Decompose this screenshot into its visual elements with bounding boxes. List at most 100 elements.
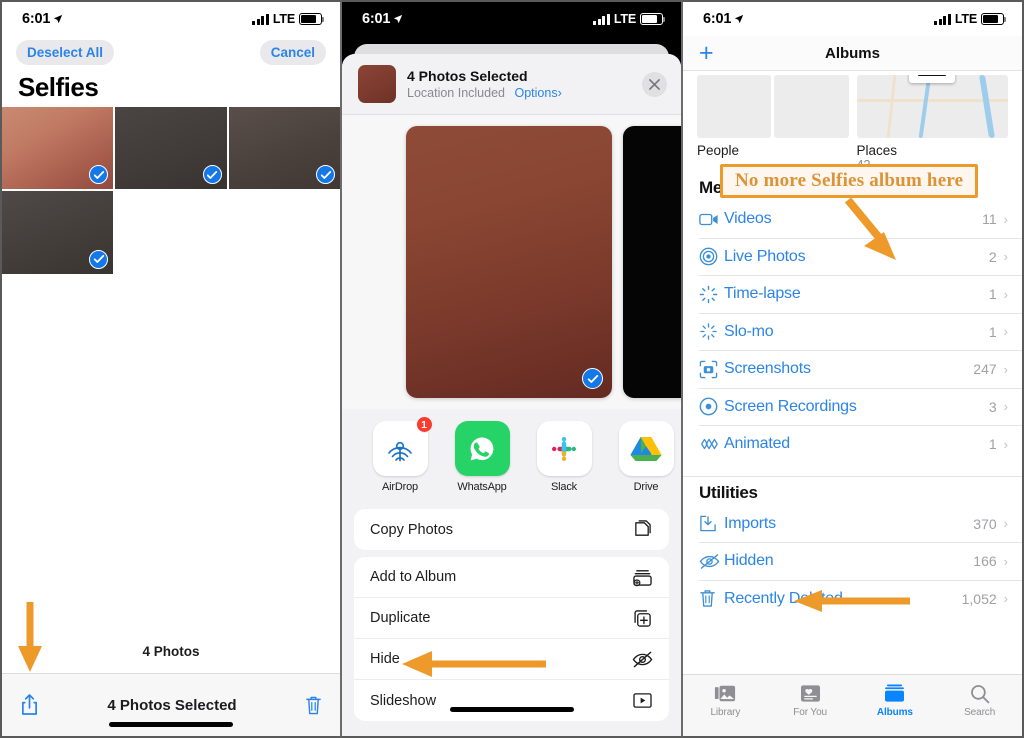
row-label: Recently Deleted bbox=[724, 589, 843, 607]
row-count: 247 bbox=[973, 361, 997, 378]
chevron-right-icon: › bbox=[1003, 436, 1008, 452]
close-icon[interactable] bbox=[642, 71, 667, 97]
photo-thumbnail[interactable] bbox=[2, 107, 114, 190]
whatsapp-icon bbox=[454, 421, 510, 476]
photo-count-label: 4 Photos bbox=[142, 644, 200, 659]
row-recently-deleted[interactable]: Recently Deleted 1,052 › bbox=[683, 581, 1022, 618]
trash-icon bbox=[699, 589, 724, 608]
album-label: Places bbox=[856, 143, 898, 158]
chevron-right-icon: › bbox=[1003, 399, 1008, 415]
row-screen-recordings[interactable]: Screen Recordings 3 › bbox=[683, 389, 1022, 426]
animated-icon bbox=[699, 435, 724, 453]
battery-icon bbox=[299, 13, 325, 25]
video-camera-icon bbox=[699, 212, 724, 227]
row-label: Videos bbox=[724, 210, 772, 228]
timelapse-icon bbox=[699, 285, 724, 304]
location-arrow-icon bbox=[54, 14, 63, 24]
signal-bars-icon bbox=[934, 13, 951, 25]
deselect-all-button[interactable]: Deselect All bbox=[16, 40, 115, 65]
share-targets-row[interactable]: 1 AirDrop WhatsApp Slack Drive bbox=[342, 409, 681, 502]
import-icon bbox=[699, 514, 724, 533]
photo-grid bbox=[2, 107, 340, 274]
row-count: 1,052 bbox=[961, 590, 997, 607]
slack-icon bbox=[536, 421, 592, 476]
app-label: AirDrop bbox=[382, 481, 418, 493]
album-people[interactable]: People bbox=[697, 75, 849, 172]
cancel-button[interactable]: Cancel bbox=[259, 40, 326, 65]
row-label: Imports bbox=[724, 514, 776, 532]
share-target-whatsapp[interactable]: WhatsApp bbox=[452, 421, 512, 493]
tab-albums[interactable]: Albums bbox=[853, 682, 938, 718]
share-target-slack[interactable]: Slack bbox=[534, 421, 594, 493]
carrier-label: LTE bbox=[954, 12, 977, 26]
photo-thumbnail[interactable] bbox=[228, 107, 340, 190]
preview-photo[interactable] bbox=[406, 126, 612, 398]
action-copy-photos[interactable]: Copy Photos bbox=[354, 509, 669, 550]
row-count: 1 bbox=[988, 286, 997, 303]
action-add-to-album[interactable]: Add to Album bbox=[354, 557, 669, 598]
row-animated[interactable]: Animated 1 › bbox=[683, 426, 1022, 463]
tab-search[interactable]: Search bbox=[937, 682, 1022, 718]
action-duplicate[interactable]: Duplicate bbox=[354, 598, 669, 639]
section-title-utilities: Utilities bbox=[699, 482, 758, 502]
row-slo-mo[interactable]: Slo-mo 1 › bbox=[683, 314, 1022, 351]
row-count: 11 bbox=[982, 211, 997, 228]
share-sheet: 4 Photos Selected Location Included Opti… bbox=[342, 54, 681, 736]
home-indicator bbox=[109, 722, 233, 727]
action-hide[interactable]: Hide bbox=[354, 639, 669, 680]
row-label: Screen Recordings bbox=[724, 397, 857, 415]
panel-selfies-album: 6:01 LTE Deselect All Cancel Selfies 4 P… bbox=[0, 0, 341, 738]
utilities-list: Imports 370 › Hidden 166 › Recently Dele… bbox=[683, 506, 1022, 618]
share-target-airdrop[interactable]: 1 AirDrop bbox=[370, 416, 433, 493]
album-places[interactable]: Places 42 bbox=[856, 75, 1008, 172]
selected-photos-preview[interactable] bbox=[342, 115, 681, 409]
add-to-album-icon bbox=[631, 566, 653, 588]
tab-for-you[interactable]: For You bbox=[768, 682, 853, 718]
selected-check-icon bbox=[582, 368, 603, 389]
tab-library[interactable]: Library bbox=[683, 682, 768, 718]
action-slideshow[interactable]: Slideshow bbox=[354, 680, 669, 721]
panel-albums: 6:01 LTE + Albums People Places Videos 1… bbox=[682, 0, 1024, 738]
copy-icon bbox=[631, 519, 653, 541]
tab-label: Search bbox=[964, 707, 996, 718]
page-title: Albums bbox=[824, 44, 880, 62]
row-imports[interactable]: Imports 370 › bbox=[683, 506, 1022, 543]
share-target-drive[interactable]: Drive bbox=[616, 421, 676, 493]
people-places-row: People Places 42 bbox=[683, 71, 1022, 172]
carrier-label: LTE bbox=[272, 12, 295, 26]
chevron-right-icon: › bbox=[1003, 249, 1008, 265]
share-sheet-header: 4 Photos Selected Location Included Opti… bbox=[342, 54, 681, 115]
row-count: 2 bbox=[988, 248, 997, 265]
preview-photo[interactable] bbox=[623, 126, 681, 398]
row-hidden[interactable]: Hidden 166 › bbox=[683, 543, 1022, 580]
battery-icon bbox=[640, 13, 666, 25]
row-live-photos[interactable]: Live Photos 2 › bbox=[683, 239, 1022, 276]
selected-check-icon bbox=[202, 165, 222, 185]
options-button[interactable]: Options› bbox=[514, 86, 561, 100]
share-icon[interactable] bbox=[20, 693, 39, 717]
row-count: 3 bbox=[988, 398, 997, 415]
photo-thumbnail[interactable] bbox=[115, 107, 227, 190]
row-label: Animated bbox=[724, 435, 790, 453]
app-label: Drive bbox=[633, 481, 659, 493]
action-label: Copy Photos bbox=[370, 521, 454, 538]
chevron-right-icon: › bbox=[1003, 591, 1008, 607]
row-screenshots[interactable]: Screenshots 247 › bbox=[683, 351, 1022, 388]
row-count: 370 bbox=[973, 515, 997, 532]
actions-group-copy: Copy Photos bbox=[354, 509, 669, 550]
location-arrow-icon bbox=[394, 14, 403, 24]
chevron-right-icon: › bbox=[1003, 286, 1008, 302]
row-time-lapse[interactable]: Time-lapse 1 › bbox=[683, 276, 1022, 313]
row-label: Slo-mo bbox=[724, 322, 774, 340]
location-arrow-icon bbox=[735, 14, 744, 24]
photo-thumbnail[interactable] bbox=[2, 191, 114, 274]
status-time: 6:01 bbox=[703, 11, 732, 27]
selected-count-label: 4 Photos Selected bbox=[107, 696, 237, 714]
app-label: Slack bbox=[551, 481, 577, 493]
albums-nav-bar: + Albums bbox=[683, 36, 1022, 71]
trash-icon[interactable] bbox=[305, 695, 322, 716]
row-videos[interactable]: Videos 11 › bbox=[683, 201, 1022, 238]
map-thumbnail bbox=[856, 75, 1008, 138]
status-time: 6:01 bbox=[22, 11, 51, 27]
row-count: 1 bbox=[988, 323, 997, 340]
